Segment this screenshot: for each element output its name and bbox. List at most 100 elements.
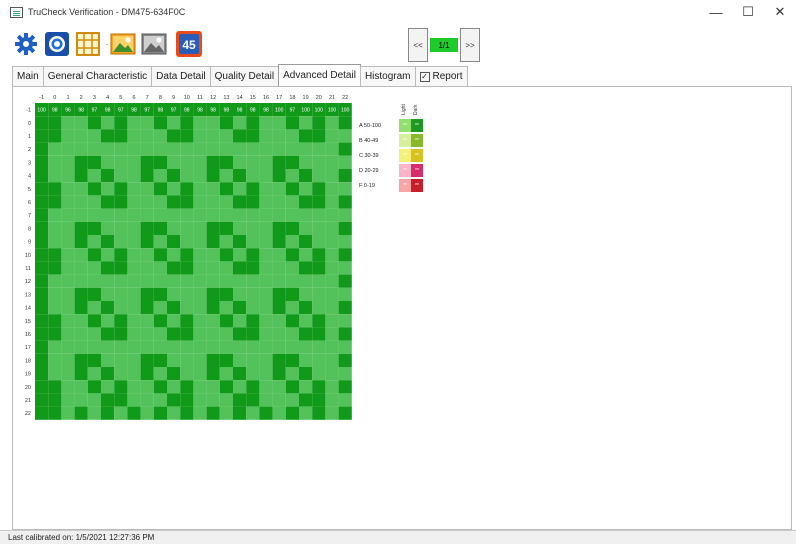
grid-cell <box>167 248 181 262</box>
grid-cell <box>206 406 220 420</box>
column-header: 2 <box>80 95 83 101</box>
capture-button[interactable] <box>43 30 71 58</box>
grid-cell <box>338 142 352 156</box>
legend-cell-text: ** <box>403 168 407 174</box>
maximize-button[interactable]: ☐ <box>732 0 764 24</box>
grid-cell <box>74 195 88 209</box>
grid-cell <box>87 116 101 130</box>
grid-cell <box>140 116 154 130</box>
grid-cell <box>61 142 75 156</box>
grid-cell <box>325 248 339 262</box>
grid-cell <box>272 327 286 341</box>
grid-cell <box>180 367 194 381</box>
grid-cell <box>101 367 115 381</box>
grid-cell <box>259 248 273 262</box>
grid-cell <box>272 301 286 315</box>
grid-cell <box>114 287 128 301</box>
grid-cell <box>285 129 299 143</box>
next-page-button[interactable]: >> <box>460 28 480 62</box>
grid-cell <box>259 406 273 420</box>
column-header: 5 <box>119 95 122 101</box>
grid-cell <box>74 208 88 222</box>
tab-quality-detail[interactable]: Quality Detail <box>209 66 280 86</box>
gray-image-button[interactable] <box>140 30 168 58</box>
color-image-button[interactable] <box>109 30 137 58</box>
tab-report[interactable]: ✓ Report <box>414 66 468 86</box>
cell-value: 98 <box>78 108 84 114</box>
grid-cell <box>325 301 339 315</box>
grid-cell <box>285 221 299 235</box>
grid-cell <box>272 142 286 156</box>
close-button[interactable]: ✕ <box>764 0 796 24</box>
grid-cell <box>87 155 101 169</box>
tab-main[interactable]: Main <box>12 66 44 86</box>
grid-cell <box>233 129 247 143</box>
grid-cell <box>48 380 62 394</box>
settings-button[interactable] <box>12 30 40 58</box>
row-header: 2 <box>28 147 31 153</box>
prev-page-button[interactable]: << <box>408 28 428 62</box>
grid-cell <box>153 208 167 222</box>
grid-cell <box>246 340 260 354</box>
grid-cell <box>193 340 207 354</box>
grid-cell <box>246 195 260 209</box>
tab-histogram[interactable]: Histogram <box>359 66 416 86</box>
grid-cell <box>127 353 141 367</box>
grid-cell <box>299 274 313 288</box>
grid-cell <box>325 155 339 169</box>
legend-column-label: Dark <box>413 104 419 115</box>
grid-cell <box>338 367 352 381</box>
grid-cell <box>312 406 326 420</box>
grid-cell <box>127 235 141 249</box>
grid-cell <box>193 235 207 249</box>
grid-cell <box>272 221 286 235</box>
grid-cell <box>285 301 299 315</box>
grid-cell <box>338 155 352 169</box>
grid-cell <box>219 129 233 143</box>
legend-cell-text: ** <box>415 123 419 129</box>
calendar-button[interactable]: 45 <box>175 30 203 58</box>
grid-cell <box>61 340 75 354</box>
grid-cell <box>285 314 299 328</box>
grid-cell <box>312 393 326 407</box>
grid-cell <box>219 393 233 407</box>
grid-cell <box>127 208 141 222</box>
grid-cell <box>48 314 62 328</box>
grid-cell <box>140 248 154 262</box>
grid-cell <box>101 327 115 341</box>
grid-cell <box>180 314 194 328</box>
tab-data-detail[interactable]: Data Detail <box>151 66 211 86</box>
grid-cell <box>114 314 128 328</box>
grid-cell <box>338 353 352 367</box>
grid-cell <box>259 142 273 156</box>
grid-cell <box>193 116 207 130</box>
tab-label: Histogram <box>364 71 411 82</box>
grid-cell <box>299 221 313 235</box>
grid-cell <box>114 221 128 235</box>
report-checkbox[interactable]: ✓ <box>419 71 430 82</box>
grid-cell <box>35 367 49 381</box>
grid-cell <box>74 155 88 169</box>
grid-cell <box>338 195 352 209</box>
grid-cell <box>338 221 352 235</box>
tab-bar: Main General Characteristic Data Detail … <box>12 64 468 86</box>
grid-cell <box>114 116 128 130</box>
grid-cell <box>193 155 207 169</box>
grid-cell <box>87 301 101 315</box>
column-header: 3 <box>93 95 96 101</box>
row-header: 5 <box>28 187 31 193</box>
cell-value: 98 <box>237 108 243 114</box>
tab-advanced-detail[interactable]: Advanced Detail <box>278 64 361 86</box>
grid-button[interactable] <box>74 30 102 58</box>
grid-cell <box>167 208 181 222</box>
cell-value: 97 <box>290 108 296 114</box>
minimize-button[interactable]: — <box>700 0 732 24</box>
grid-cell <box>127 195 141 209</box>
grid-cell <box>35 208 49 222</box>
column-header: 11 <box>197 95 203 101</box>
column-header: 17 <box>276 95 282 101</box>
tab-general-characteristic[interactable]: General Characteristic <box>42 66 153 86</box>
grid-cell <box>153 314 167 328</box>
cell-value: 100 <box>37 108 46 114</box>
grid-cell <box>285 380 299 394</box>
